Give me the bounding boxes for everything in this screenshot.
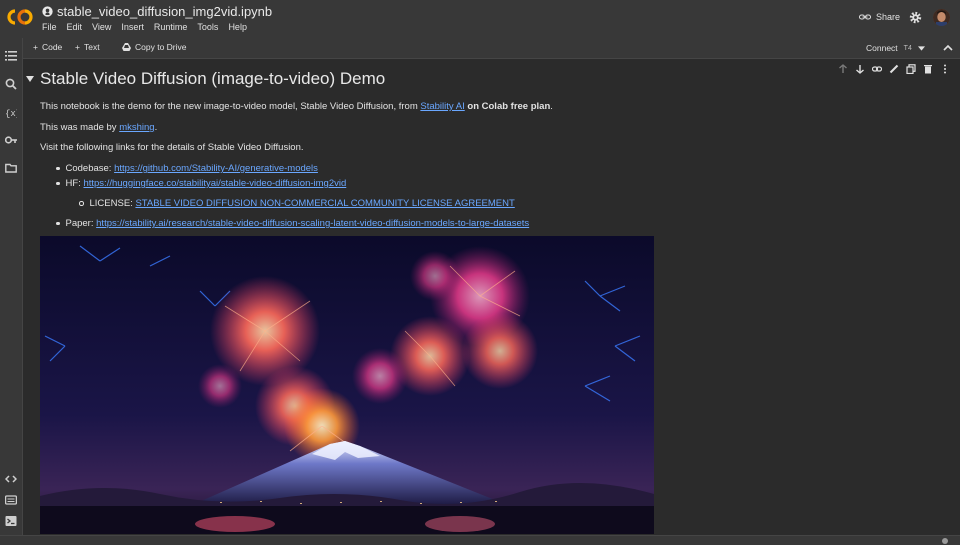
left-sidebar: {x}	[0, 38, 23, 545]
author-paragraph: This was made by mkshing.	[40, 122, 157, 133]
file-name[interactable]: stable_video_diffusion_img2vid.ipynb	[57, 4, 272, 19]
fireworks-image	[40, 236, 654, 534]
menu-file[interactable]: File	[42, 22, 57, 32]
terminal-icon[interactable]	[5, 515, 17, 527]
license-label: LICENSE:	[89, 198, 136, 209]
list-item-hf: HF: https://huggingface.co/stabilityai/s…	[56, 178, 346, 189]
menu-runtime[interactable]: Runtime	[154, 22, 188, 32]
link-icon	[859, 14, 871, 20]
list-item-paper: Paper: https://stability.ai/research/sta…	[56, 218, 529, 229]
app-header: stable_video_diffusion_img2vid.ipynb Fil…	[0, 0, 960, 38]
section-collapse-icon[interactable]	[26, 76, 34, 82]
list-item-license: LICENSE: STABLE VIDEO DIFFUSION NON-COMM…	[79, 198, 515, 209]
cell-toolbar	[838, 64, 950, 74]
visit-paragraph: Visit the following links for the detail…	[40, 142, 304, 153]
author-suffix: .	[154, 122, 158, 133]
plus-icon: +	[75, 42, 80, 52]
copy-to-drive-label: Copy to Drive	[135, 42, 187, 52]
paper-label: Paper:	[65, 218, 97, 229]
command-palette-icon[interactable]	[5, 494, 17, 506]
folder-icon[interactable]	[5, 162, 17, 174]
author-text: This was made by	[40, 122, 120, 133]
notebook-toolbar: + Code + Text Copy to Drive Connect T4	[0, 38, 960, 59]
intro-paragraph: This notebook is the demo for the new im…	[40, 101, 553, 112]
bullet	[56, 181, 60, 186]
move-down-icon[interactable]	[855, 64, 865, 74]
search-icon[interactable]	[5, 78, 17, 90]
page-title: Stable Video Diffusion (image-to-video) …	[40, 69, 386, 88]
add-text-label: Text	[83, 42, 100, 52]
menu-view[interactable]: View	[92, 22, 111, 32]
share-button[interactable]: Share	[859, 12, 900, 22]
variables-icon[interactable]: {x}	[5, 106, 17, 118]
copy-cell-icon[interactable]	[906, 64, 916, 74]
colab-logo-icon[interactable]	[7, 7, 33, 27]
svg-text:{x}: {x}	[5, 109, 17, 118]
edit-pencil-icon[interactable]	[889, 64, 899, 74]
intro-text: This notebook is the demo for the new im…	[40, 101, 421, 112]
intro-suffix: .	[550, 101, 553, 112]
fireworks-illustration	[40, 236, 654, 534]
huggingface-link[interactable]: https://huggingface.co/stabilityai/stabl…	[83, 178, 346, 189]
drive-icon	[122, 43, 131, 51]
more-options-icon[interactable]	[940, 64, 950, 74]
link-cell-icon[interactable]	[872, 64, 882, 74]
stability-ai-link[interactable]: Stability AI	[420, 101, 464, 112]
share-label: Share	[876, 12, 901, 22]
list-item-codebase: Codebase: https://github.com/Stability-A…	[56, 163, 318, 174]
bullet	[56, 221, 60, 226]
add-code-label: Code	[41, 42, 63, 52]
avatar-image	[933, 9, 950, 26]
copy-to-drive-button[interactable]: Copy to Drive	[122, 42, 187, 52]
delete-icon[interactable]	[923, 64, 933, 74]
license-link[interactable]: STABLE VIDEO DIFFUSION NON-COMMERCIAL CO…	[135, 198, 514, 209]
hf-label: HF:	[65, 178, 84, 189]
codebase-label: Codebase:	[65, 163, 115, 174]
menu-insert[interactable]: Insert	[121, 22, 144, 32]
add-code-button[interactable]: + Code	[33, 42, 62, 52]
github-icon	[42, 6, 53, 17]
status-indicator	[942, 538, 948, 544]
status-bar	[0, 535, 960, 545]
bullet	[79, 201, 84, 206]
connect-label: Connect	[866, 43, 898, 53]
add-text-button[interactable]: + Text	[75, 42, 100, 52]
menu-edit[interactable]: Edit	[67, 22, 83, 32]
connect-button[interactable]: Connect T4	[866, 43, 925, 53]
code-snippets-icon[interactable]	[5, 473, 17, 485]
move-up-icon[interactable]	[838, 64, 848, 74]
menu-bar: File Edit View Insert Runtime Tools Help	[42, 22, 247, 32]
codebase-link[interactable]: https://github.com/Stability-AI/generati…	[114, 163, 318, 174]
key-icon[interactable]	[5, 134, 17, 146]
avatar[interactable]	[933, 9, 950, 26]
chevron-down-icon[interactable]	[917, 45, 925, 51]
intro-bold: on Colab free plan	[467, 101, 551, 112]
mkshing-link[interactable]: mkshing	[119, 122, 154, 133]
menu-help[interactable]: Help	[228, 22, 247, 32]
paper-link[interactable]: https://stability.ai/research/stable-vid…	[96, 218, 529, 229]
runtime-type: T4	[903, 44, 912, 52]
gear-icon[interactable]	[909, 11, 922, 24]
plus-icon: +	[33, 42, 38, 52]
menu-tools[interactable]: Tools	[197, 22, 218, 32]
table-of-contents-icon[interactable]	[5, 50, 17, 62]
collapse-header-icon[interactable]	[943, 43, 953, 53]
notebook-title[interactable]: stable_video_diffusion_img2vid.ipynb	[42, 4, 272, 19]
bullet	[56, 166, 60, 171]
